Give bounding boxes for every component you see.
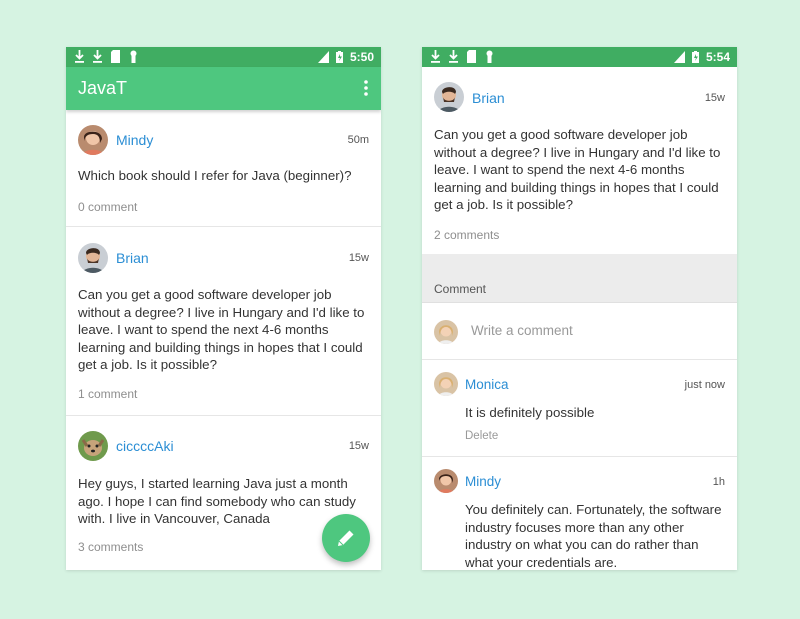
username[interactable]: Brian	[472, 90, 505, 106]
signal-icon	[317, 51, 329, 63]
comment-input[interactable]: Write a comment	[471, 323, 573, 338]
avatar[interactable]	[434, 469, 458, 493]
comment-count: 2 comments	[434, 228, 500, 242]
username[interactable]: Brian	[116, 250, 149, 266]
comment-time: 1h	[712, 476, 725, 488]
comment-count[interactable]: 0 comment	[78, 200, 137, 214]
comment-count[interactable]: 3 comments	[78, 540, 143, 554]
section-label: Comment	[434, 282, 487, 296]
avatar	[434, 320, 458, 344]
app-title: JavaT	[78, 78, 128, 98]
username[interactable]: Mindy	[465, 474, 501, 489]
post-time: 15w	[348, 440, 369, 452]
download-icon	[449, 50, 458, 63]
signal-icon	[673, 51, 685, 63]
delete-link[interactable]: Delete	[465, 430, 498, 442]
post-card[interactable]: Mindy 50m Which book should I refer for …	[66, 110, 381, 227]
comment-text: You definitely can. Fortunately, the sof…	[465, 502, 722, 570]
status-time: 5:50	[349, 50, 374, 64]
post-card: Brian 15w Can you get a good software de…	[422, 67, 737, 254]
post-text: Which book should I refer for Java (begi…	[78, 168, 352, 183]
keyhole-icon	[130, 50, 137, 63]
status-time: 5:54	[705, 50, 730, 64]
download-icon	[93, 50, 102, 63]
username[interactable]: Mindy	[116, 132, 153, 148]
compose-button[interactable]	[322, 514, 370, 562]
battery-icon	[691, 51, 699, 63]
post-time: 50m	[347, 134, 369, 146]
download-icon	[75, 50, 84, 63]
overflow-menu-icon[interactable]	[364, 80, 368, 96]
post-detail-screen: 5:54 Brian 15w Can you get a good softwa…	[422, 47, 737, 570]
username[interactable]: Monica	[465, 377, 509, 392]
post-text: Hey guys, I started learning Java just a…	[78, 476, 356, 526]
download-icon	[431, 50, 440, 63]
avatar[interactable]	[78, 431, 108, 461]
comment-time: just now	[684, 379, 725, 391]
post-card[interactable]: Brian 15w Can you get a good software de…	[66, 227, 381, 416]
post-time: 15w	[348, 252, 369, 264]
sd-card-icon	[111, 50, 120, 63]
comment-count[interactable]: 1 comment	[78, 387, 137, 401]
username[interactable]: ciccccAki	[116, 438, 174, 454]
avatar[interactable]	[78, 125, 108, 155]
comment-item: Monica just now It is definitely possibl…	[422, 360, 737, 457]
comment-item: Mindy 1h You definitely can. Fortunately…	[422, 457, 737, 570]
pencil-icon	[338, 530, 354, 546]
status-bar: 5:54	[422, 47, 737, 67]
feed-screen: 5:50 JavaT Mindy 50m Which book should I…	[66, 47, 381, 570]
keyhole-icon	[486, 50, 493, 63]
sd-card-icon	[467, 50, 476, 63]
avatar[interactable]	[434, 82, 464, 112]
battery-icon	[335, 51, 343, 63]
comment-section-header: Comment	[422, 254, 737, 303]
avatar[interactable]	[434, 372, 458, 396]
post-text: Can you get a good software developer jo…	[78, 287, 365, 372]
status-bar: 5:50	[66, 47, 381, 67]
app-bar: JavaT	[66, 67, 381, 110]
comment-text: It is definitely possible	[465, 405, 595, 420]
avatar[interactable]	[78, 243, 108, 273]
write-comment-row[interactable]: Write a comment	[422, 303, 737, 360]
post-time: 15w	[704, 92, 725, 104]
post-text: Can you get a good software developer jo…	[434, 127, 721, 212]
